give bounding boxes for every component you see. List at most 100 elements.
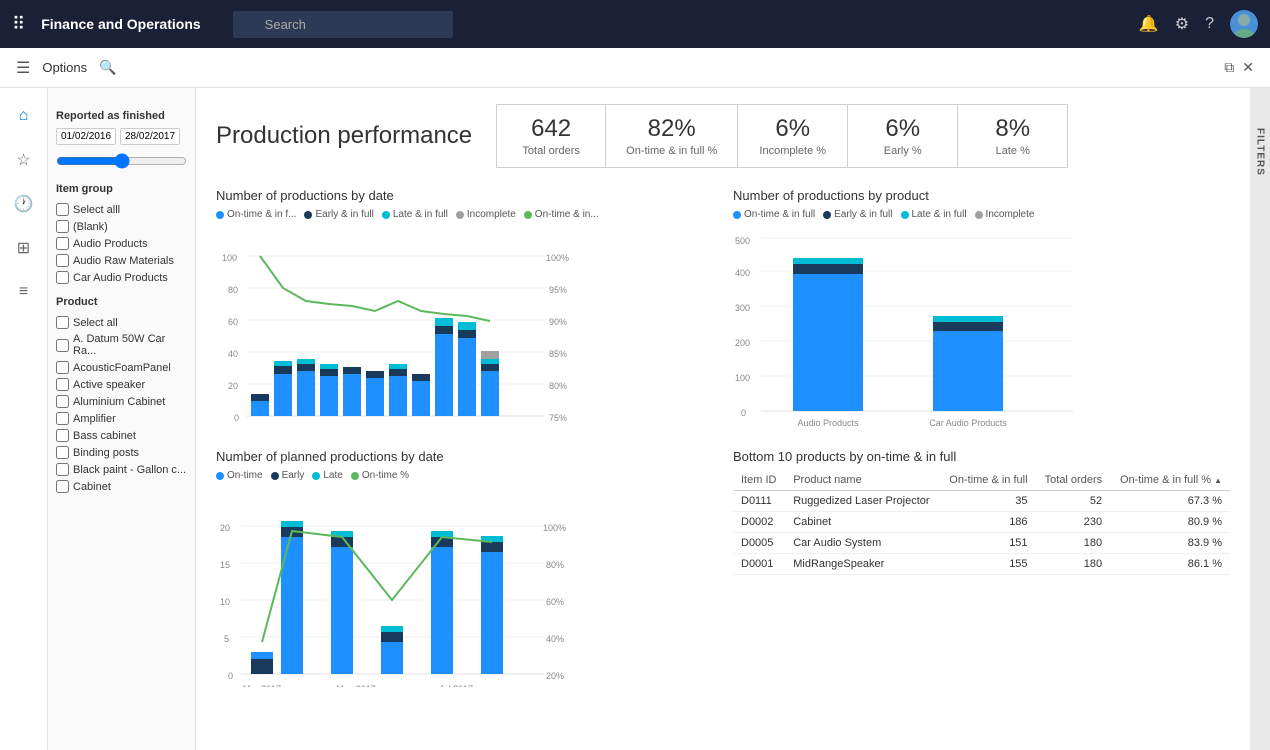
waffle-icon[interactable]: ⠿ — [12, 14, 25, 35]
table-row-1: D0002 Cabinet 186 230 80.9 % — [733, 512, 1230, 533]
item-group-item-4[interactable]: Car Audio Products — [56, 269, 187, 286]
chart2-legend-dot-0 — [733, 211, 741, 219]
svg-text:0: 0 — [228, 671, 233, 681]
product-checkbox-4[interactable] — [56, 395, 69, 408]
avatar[interactable] — [1230, 10, 1258, 38]
date-from-input[interactable] — [56, 128, 116, 145]
chart3-legend-dot-1 — [271, 472, 279, 480]
table-row-0: D0111 Ruggedized Laser Projector 35 52 6… — [733, 491, 1230, 512]
chart2-legend-dot-2 — [901, 211, 909, 219]
cell-id-0: D0111 — [733, 491, 785, 512]
chart2-svg: 0 100 200 300 400 500 — [733, 226, 1113, 426]
svg-text:0: 0 — [741, 408, 746, 418]
product-item-2[interactable]: AcousticFoamPanel — [56, 359, 187, 376]
cell-ontime-0: 35 — [940, 491, 1036, 512]
item-group-item-1[interactable]: (Blank) — [56, 218, 187, 235]
item-group-checkbox-1[interactable] — [56, 220, 69, 233]
chart3-legend-label-0: On-time — [227, 470, 263, 481]
bottom10-section: Bottom 10 products by on-time & in full … — [733, 449, 1230, 690]
product-item-1[interactable]: A. Datum 50W Car Ra... — [56, 331, 187, 359]
filter-panel: Reported as finished Item group Select a… — [48, 88, 196, 750]
product-item-9[interactable]: Cabinet — [56, 478, 187, 495]
chart1-legend-dot-4 — [524, 211, 532, 219]
product-checkbox-1[interactable] — [56, 339, 69, 352]
close-icon[interactable]: ✕ — [1242, 59, 1254, 76]
chart1-legend-dot-0 — [216, 211, 224, 219]
product-item-6[interactable]: Bass cabinet — [56, 427, 187, 444]
kpi-label-4: Late % — [978, 145, 1047, 157]
col-item-id: Item ID — [733, 470, 785, 491]
hamburger-icon[interactable]: ☰ — [16, 58, 30, 78]
item-group-checkbox-3[interactable] — [56, 254, 69, 267]
table-title: Bottom 10 products by on-time & in full — [733, 449, 1230, 464]
kpi-value-2: 6% — [758, 115, 827, 143]
svg-text:400: 400 — [735, 268, 750, 278]
search-wrap: 🔍 — [233, 11, 573, 38]
product-checkbox-5[interactable] — [56, 412, 69, 425]
product-checkbox-0[interactable] — [56, 316, 69, 329]
product-item-4[interactable]: Aluminium Cabinet — [56, 393, 187, 410]
cell-total-3: 180 — [1036, 554, 1111, 575]
chart3-legend-dot-2 — [312, 472, 320, 480]
cell-ontime-1: 186 — [940, 512, 1036, 533]
sidenav-recent[interactable]: 🕐 — [4, 184, 44, 224]
search-input[interactable] — [233, 11, 453, 38]
cell-name-1: Cabinet — [785, 512, 940, 533]
cell-pct-3: 86.1 % — [1110, 554, 1230, 575]
item-group-checkbox-0[interactable] — [56, 203, 69, 216]
chart2-legend-item-2: Late & in full — [901, 209, 967, 220]
product-checkbox-7[interactable] — [56, 446, 69, 459]
secondbar-search-icon[interactable]: 🔍 — [99, 59, 116, 76]
sidenav-modules[interactable]: ≡ — [4, 272, 44, 312]
product-item-0[interactable]: Select all — [56, 314, 187, 331]
chart1-legend-label-4: On-time & in... — [535, 209, 599, 220]
product-label-2: AcousticFoamPanel — [73, 362, 171, 374]
product-item-8[interactable]: Black paint - Gallon c... — [56, 461, 187, 478]
product-item-7[interactable]: Binding posts — [56, 444, 187, 461]
sidenav-home[interactable]: ⌂ — [4, 96, 44, 136]
cell-ontime-3: 155 — [940, 554, 1036, 575]
chart1-legend-dot-3 — [456, 211, 464, 219]
product-item-5[interactable]: Amplifier — [56, 410, 187, 427]
product-item-3[interactable]: Active speaker — [56, 376, 187, 393]
item-group-checkbox-4[interactable] — [56, 271, 69, 284]
date-to-input[interactable] — [120, 128, 180, 145]
chart3-legend-label-2: Late — [323, 470, 342, 481]
svg-text:20%: 20% — [546, 671, 564, 681]
chart-planned-by-date: Number of planned productions by date On… — [216, 449, 713, 690]
cell-total-1: 230 — [1036, 512, 1111, 533]
options-label: Options — [42, 60, 87, 75]
help-icon[interactable]: ? — [1205, 15, 1214, 33]
svg-text:Car Audio Products: Car Audio Products — [929, 418, 1007, 426]
item-group-item-3[interactable]: Audio Raw Materials — [56, 252, 187, 269]
product-checkbox-9[interactable] — [56, 480, 69, 493]
kpi-label-2: Incomplete % — [758, 145, 827, 157]
item-group-checkbox-2[interactable] — [56, 237, 69, 250]
svg-text:100%: 100% — [546, 253, 569, 263]
col-total: Total orders — [1036, 470, 1111, 491]
secondbar: ☰ Options 🔍 ⧉ ✕ — [0, 48, 1270, 88]
chart2-legend-item-3: Incomplete — [975, 209, 1035, 220]
product-checkbox-6[interactable] — [56, 429, 69, 442]
svg-text:Audio Products: Audio Products — [797, 418, 859, 426]
right-filters-panel[interactable]: FILTERS — [1250, 88, 1270, 750]
reported-as-finished-label: Reported as finished — [56, 110, 187, 122]
settings-icon[interactable]: ⚙ — [1175, 14, 1189, 34]
date-slider[interactable] — [56, 153, 187, 169]
chart3-legend-dot-3 — [351, 472, 359, 480]
svg-text:100: 100 — [222, 253, 237, 263]
item-group-item-2[interactable]: Audio Products — [56, 235, 187, 252]
product-checkbox-3[interactable] — [56, 378, 69, 391]
product-checkbox-8[interactable] — [56, 463, 69, 476]
item-group-item-0[interactable]: Select alll — [56, 201, 187, 218]
chart1-legend-label-0: On-time & in f... — [227, 209, 296, 220]
kpi-card-1: 82%On-time & in full % — [606, 104, 738, 168]
sidenav-workspaces[interactable]: ⊞ — [4, 228, 44, 268]
notification-icon[interactable]: 🔔 — [1139, 14, 1159, 34]
minimize-icon[interactable]: ⧉ — [1224, 59, 1234, 76]
product-label-1: A. Datum 50W Car Ra... — [73, 333, 187, 357]
product-checkbox-2[interactable] — [56, 361, 69, 374]
svg-text:Jul 2017: Jul 2017 — [439, 684, 473, 687]
sidenav-favorites[interactable]: ☆ — [4, 140, 44, 180]
item-group-label-4: Car Audio Products — [73, 272, 168, 284]
